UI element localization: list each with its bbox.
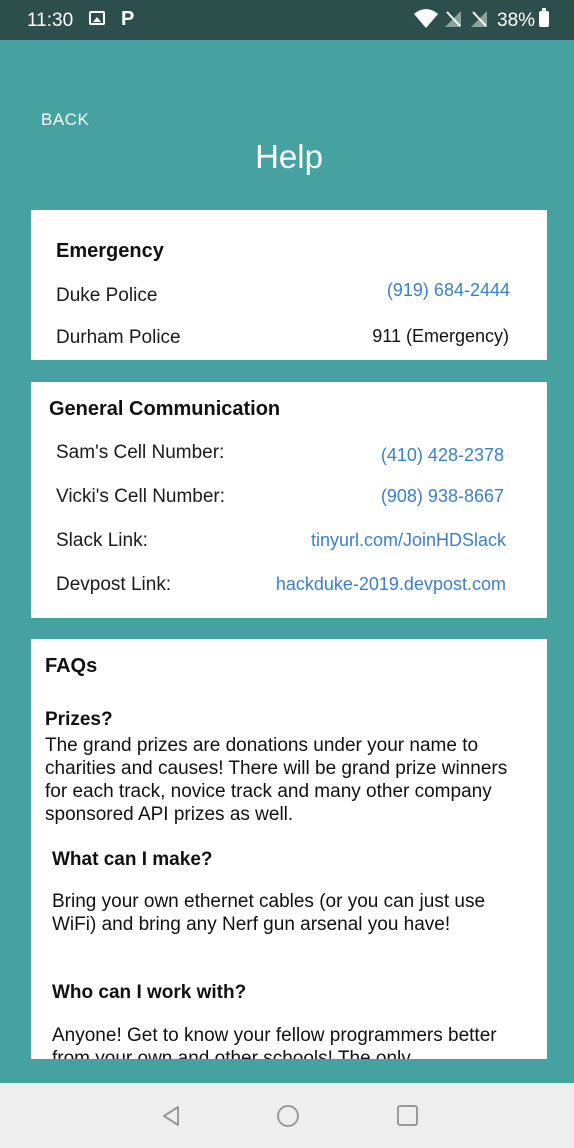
faq-question: Prizes? [45,709,113,730]
duke-police-phone-link[interactable]: (919) 684-2444 [387,280,510,301]
battery-percentage: 38% [497,10,536,31]
faq-answer: Bring your own ethernet cables (or you c… [52,891,486,935]
image-icon [89,11,105,25]
no-signal-icon [444,10,462,34]
emergency-label: Duke Police [56,285,158,306]
nav-recents-icon[interactable] [397,1105,418,1126]
emergency-label: Durham Police [56,327,181,348]
no-signal-icon [470,10,488,34]
faq-card[interactable]: FAQs Prizes? The grand prizes are donati… [31,639,547,1059]
battery-icon [539,8,549,27]
emergency-title: Emergency [56,240,164,262]
system-navigation-bar [0,1083,574,1148]
page-title: Help [255,138,323,175]
sam-phone-link[interactable]: (410) 428-2378 [381,445,504,466]
general-communication-title: General Communication [49,398,281,420]
nav-home-icon[interactable] [277,1105,299,1127]
faq-title: FAQs [45,655,98,677]
nav-back-icon[interactable] [160,1105,182,1132]
back-button[interactable]: BACK [41,110,89,130]
contact-label: Vicki's Cell Number: [56,486,226,507]
faq-answer: The grand prizes are donations under you… [45,735,508,825]
slack-link[interactable]: tinyurl.com/JoinHDSlack [311,530,506,551]
faq-answer: Anyone! Get to know your fellow programm… [52,1025,497,1059]
status-time: 11:30 [27,10,74,31]
contact-label: Devpost Link: [56,574,172,595]
faq-question: Who can I work with? [52,982,247,1003]
parking-app-icon: P [121,8,135,30]
faq-question: What can I make? [52,849,213,870]
emergency-card: Emergency Duke Police (919) 684-2444 Dur… [31,210,547,360]
vicki-phone-link[interactable]: (908) 938-8667 [381,486,504,507]
contact-label: Slack Link: [56,530,148,551]
general-communication-card: General Communication Sam's Cell Number:… [31,382,547,618]
durham-police-phone: 911 (Emergency) [372,326,509,346]
wifi-icon [413,8,439,36]
status-bar: 11:30 P 38% [0,0,574,40]
contact-label: Sam's Cell Number: [56,442,225,463]
devpost-link[interactable]: hackduke-2019.devpost.com [276,574,506,595]
